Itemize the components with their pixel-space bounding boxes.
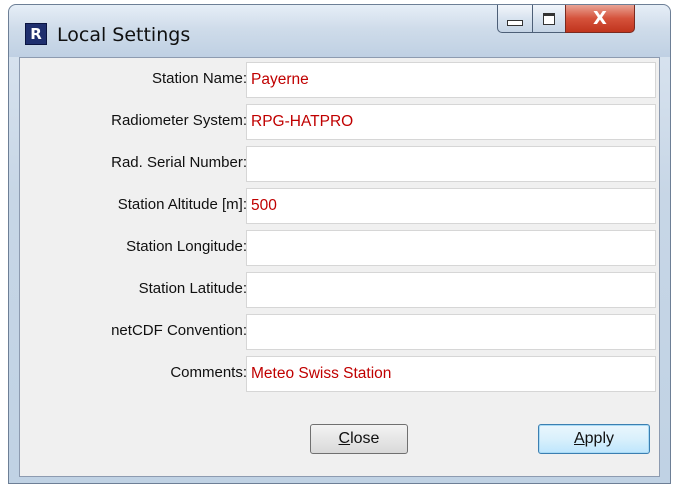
station-longitude-label: Station Longitude:: [126, 238, 247, 255]
maximize-icon: [543, 12, 555, 25]
minimize-icon: [507, 19, 523, 26]
station-latitude-label: Station Latitude:: [138, 280, 247, 297]
row-comments: Comments: Meteo Swiss Station: [20, 352, 661, 392]
row-station-altitude: Station Altitude [m]: 500: [20, 184, 661, 224]
station-latitude-field[interactable]: [246, 272, 656, 308]
row-station-latitude: Station Latitude:: [20, 268, 661, 308]
window-title: Local Settings: [57, 24, 191, 46]
comments-label: Comments:: [170, 364, 247, 381]
row-station-longitude: Station Longitude:: [20, 226, 661, 266]
close-button[interactable]: Close: [310, 424, 408, 454]
apply-button[interactable]: Apply: [538, 424, 650, 454]
local-settings-window: R Local Settings X Station Name: Payerne…: [8, 4, 671, 484]
maximize-button[interactable]: [532, 5, 565, 33]
apply-button-mnemonic: A: [573, 430, 585, 447]
comments-field[interactable]: Meteo Swiss Station: [246, 356, 656, 392]
netcdf-convention-label: netCDF Convention:: [111, 322, 247, 339]
netcdf-convention-field[interactable]: [246, 314, 656, 350]
dialog-body: Station Name: Payerne Radiometer System:…: [19, 57, 660, 477]
title-bar[interactable]: R Local Settings X: [9, 5, 670, 57]
close-button-label: lose: [350, 430, 380, 447]
serial-number-label: Rad. Serial Number:: [111, 154, 247, 171]
station-altitude-field[interactable]: 500: [246, 188, 656, 224]
row-netcdf-convention: netCDF Convention:: [20, 310, 661, 350]
row-station-name: Station Name: Payerne: [20, 58, 661, 98]
apply-button-label: pply: [584, 430, 615, 447]
station-longitude-field[interactable]: [246, 230, 656, 266]
close-button-mnemonic: C: [338, 430, 351, 447]
station-name-field[interactable]: Payerne: [246, 62, 656, 98]
station-altitude-label: Station Altitude [m]:: [117, 196, 247, 213]
close-icon: X: [593, 8, 607, 29]
radiometer-system-field[interactable]: RPG-HATPRO: [246, 104, 656, 140]
row-radiometer-system: Radiometer System: RPG-HATPRO: [20, 100, 661, 140]
minimize-button[interactable]: [497, 5, 532, 33]
close-window-button[interactable]: X: [565, 5, 635, 33]
row-serial-number: Rad. Serial Number:: [20, 142, 661, 182]
station-name-label: Station Name:: [151, 70, 247, 87]
app-icon[interactable]: R: [25, 23, 47, 45]
serial-number-field[interactable]: [246, 146, 656, 182]
radiometer-system-label: Radiometer System:: [111, 112, 247, 129]
